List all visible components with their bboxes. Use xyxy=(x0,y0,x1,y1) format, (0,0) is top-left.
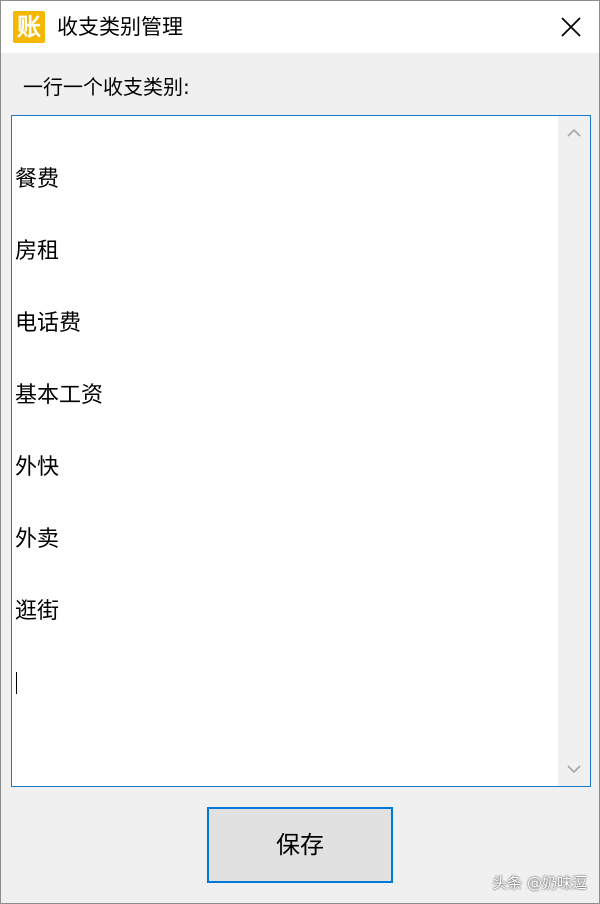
category-line: 外卖 xyxy=(15,527,60,552)
category-line: 外快 xyxy=(15,455,60,480)
category-manager-window: 账 收支类别管理 一行一个收支类别: 餐费 房租 电话费 基本工资 外快 外卖 … xyxy=(0,0,600,904)
textarea-content: 餐费 房租 电话费 基本工资 外快 外卖 逛街 xyxy=(15,120,103,742)
chevron-up-icon xyxy=(567,128,581,137)
window-title: 收支类别管理 xyxy=(57,15,183,39)
scroll-down-button[interactable] xyxy=(558,752,590,786)
category-line: 基本工资 xyxy=(15,383,104,408)
category-line: 餐费 xyxy=(15,167,60,192)
app-icon: 账 xyxy=(13,11,45,43)
text-caret xyxy=(16,672,17,694)
title-bar[interactable]: 账 收支类别管理 xyxy=(1,1,599,53)
chevron-down-icon xyxy=(567,765,581,774)
category-textarea[interactable]: 餐费 房租 电话费 基本工资 外快 外卖 逛街 xyxy=(11,115,591,787)
close-icon xyxy=(561,17,581,37)
category-line: 房租 xyxy=(15,239,60,264)
category-line: 电话费 xyxy=(15,311,82,336)
category-line: 逛街 xyxy=(15,599,60,624)
close-button[interactable] xyxy=(541,1,599,53)
watermark-text: 头条 @奶味逗 xyxy=(492,874,587,892)
scroll-up-button[interactable] xyxy=(558,116,590,150)
save-button[interactable]: 保存 xyxy=(207,807,393,883)
vertical-scrollbar[interactable] xyxy=(558,116,590,786)
instruction-label: 一行一个收支类别: xyxy=(23,75,190,99)
